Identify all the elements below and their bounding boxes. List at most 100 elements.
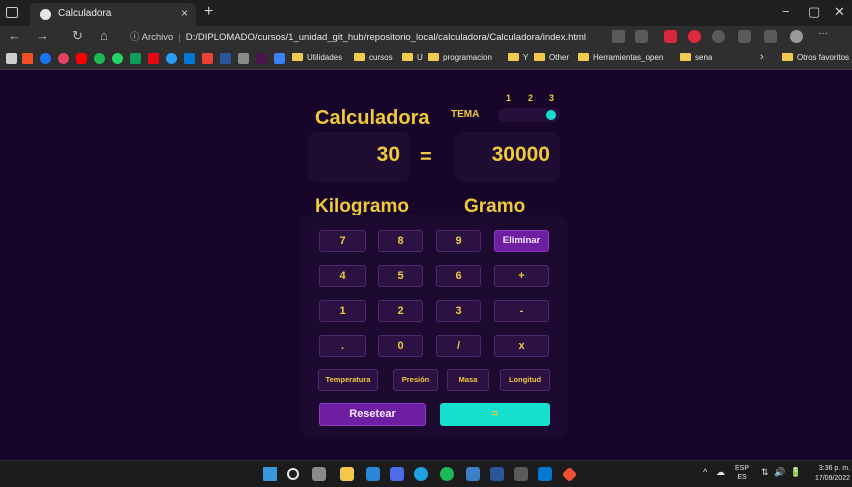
bookmark-otros-favoritos[interactable]: Otros favoritos — [782, 51, 849, 65]
restore-icon[interactable]: ▢ — [808, 4, 820, 20]
key-divide[interactable]: / — [436, 335, 481, 357]
input-value: 30 — [376, 143, 400, 166]
bookmark-app-icon[interactable] — [274, 53, 285, 64]
git-icon[interactable] — [561, 466, 578, 483]
key-multiply[interactable]: x — [494, 335, 549, 357]
volume-icon[interactable]: 🔊 — [774, 467, 785, 478]
favorites-list-icon[interactable] — [738, 30, 751, 43]
bookmark-sena[interactable]: sena — [680, 51, 712, 65]
close-window-icon[interactable]: ✕ — [834, 4, 845, 20]
file-explorer-icon[interactable] — [340, 467, 354, 481]
key-7[interactable]: 7 — [319, 230, 366, 252]
slack-icon[interactable] — [256, 53, 267, 64]
key-2[interactable]: 2 — [378, 300, 423, 322]
bookmark-other[interactable]: Other — [534, 51, 569, 65]
new-tab-icon[interactable]: + — [204, 3, 213, 21]
folder-icon — [680, 52, 691, 61]
folder-icon — [508, 52, 519, 61]
youtube-icon[interactable] — [76, 53, 87, 64]
language-indicator[interactable]: ESP ES — [735, 464, 749, 482]
window-menu-icon[interactable] — [6, 7, 18, 18]
key-5[interactable]: 5 — [378, 265, 423, 287]
page-icon[interactable] — [6, 53, 17, 64]
bookmark-herramientas-open[interactable]: Herramientas_open — [578, 51, 663, 65]
collections-icon[interactable] — [764, 30, 777, 43]
tab-favicon-icon — [40, 9, 51, 20]
bookmark-y[interactable]: Y — [508, 51, 528, 65]
extension-icon[interactable] — [688, 30, 701, 43]
forward-icon[interactable]: → — [36, 28, 49, 43]
tray-overflow-icon[interactable]: ^ — [703, 467, 707, 477]
word-taskbar-icon[interactable] — [490, 467, 504, 481]
bookmark-programacion[interactable]: programacion — [428, 51, 492, 65]
app-icon[interactable] — [466, 467, 480, 481]
microsoft-icon[interactable] — [22, 53, 33, 64]
terminal-icon[interactable] — [514, 467, 528, 481]
result-value: 30000 — [491, 143, 550, 166]
tab-calculadora[interactable]: Calculadora × — [30, 3, 196, 26]
key-4[interactable]: 4 — [319, 265, 366, 287]
bookmarks-overflow-icon[interactable]: › — [760, 50, 764, 64]
result-display: 30000 — [455, 132, 560, 182]
key-6[interactable]: 6 — [436, 265, 481, 287]
key-1[interactable]: 1 — [319, 300, 366, 322]
instagram-icon[interactable] — [58, 53, 69, 64]
reload-icon[interactable]: ↻ — [72, 28, 83, 44]
spotify-taskbar-icon[interactable] — [440, 467, 454, 481]
category-presion-button[interactable]: Presión — [393, 369, 438, 391]
key-decimal[interactable]: . — [319, 335, 366, 357]
search-icon[interactable] — [287, 468, 299, 480]
theme-toggle[interactable] — [498, 108, 560, 122]
adblock-extension-icon[interactable] — [664, 30, 677, 43]
task-view-icon[interactable] — [312, 467, 326, 481]
store-icon[interactable] — [366, 467, 380, 481]
whatsapp-icon[interactable] — [112, 53, 123, 64]
tab-close-icon[interactable]: × — [181, 6, 188, 20]
reset-button[interactable]: Resetear — [319, 403, 426, 426]
address-bar[interactable]: ⓘ Archivo | D:/DIPLOMADO/cursos/1_unidad_g… — [130, 29, 586, 43]
browser-tabstrip: Calculadora × + − ▢ ✕ — [0, 0, 852, 26]
bookmark-u[interactable]: U — [402, 51, 423, 65]
category-temperatura-button[interactable]: Temperatura — [318, 369, 378, 391]
more-menu-icon[interactable]: ··· — [818, 28, 831, 41]
theme-label: TEMA — [451, 109, 480, 120]
delete-button[interactable]: Eliminar — [494, 230, 549, 252]
netflix-icon[interactable] — [148, 53, 159, 64]
site-info-label[interactable]: ⓘ Archivo — [130, 32, 173, 43]
key-minus[interactable]: - — [494, 300, 549, 322]
edge-icon[interactable] — [414, 467, 428, 481]
bookmark-blue-icon[interactable] — [166, 53, 177, 64]
profile-avatar-icon[interactable] — [790, 30, 803, 43]
home-icon[interactable]: ⌂ — [100, 28, 108, 43]
key-8[interactable]: 8 — [378, 230, 423, 252]
calc-bookmark-icon[interactable] — [238, 53, 249, 64]
word-icon[interactable] — [220, 53, 231, 64]
theme-toggle-knob[interactable] — [546, 110, 556, 120]
onedrive-icon[interactable]: ☁ — [716, 467, 725, 478]
back-icon[interactable]: ← — [8, 28, 21, 43]
drive-icon[interactable] — [130, 53, 141, 64]
category-masa-button[interactable]: Masa — [447, 369, 489, 391]
start-icon[interactable] — [263, 467, 277, 481]
teams-icon[interactable] — [390, 467, 404, 481]
minimize-icon[interactable]: − — [782, 4, 790, 19]
favorite-star-icon[interactable] — [635, 30, 648, 43]
key-0[interactable]: 0 — [378, 335, 423, 357]
gmail-icon[interactable] — [202, 53, 213, 64]
key-3[interactable]: 3 — [436, 300, 481, 322]
clock[interactable]: 3:36 p. m. 17/09/2022 — [805, 464, 850, 484]
facebook-icon[interactable] — [40, 53, 51, 64]
refresh-extension-icon[interactable] — [712, 30, 725, 43]
vscode-icon[interactable] — [538, 467, 552, 481]
spotify-icon[interactable] — [94, 53, 105, 64]
bookmark-utilidades[interactable]: Utilidades — [292, 51, 342, 65]
category-longitud-button[interactable]: Longitud — [500, 369, 550, 391]
key-plus[interactable]: + — [494, 265, 549, 287]
key-9[interactable]: 9 — [436, 230, 481, 252]
network-icon[interactable]: ⇅ — [761, 467, 769, 478]
battery-icon[interactable]: 🔋 — [790, 467, 801, 478]
outlook-icon[interactable] — [184, 53, 195, 64]
bookmark-cursos[interactable]: cursos — [354, 51, 393, 65]
equals-button[interactable]: = — [440, 403, 550, 426]
read-aloud-icon[interactable] — [612, 30, 625, 43]
